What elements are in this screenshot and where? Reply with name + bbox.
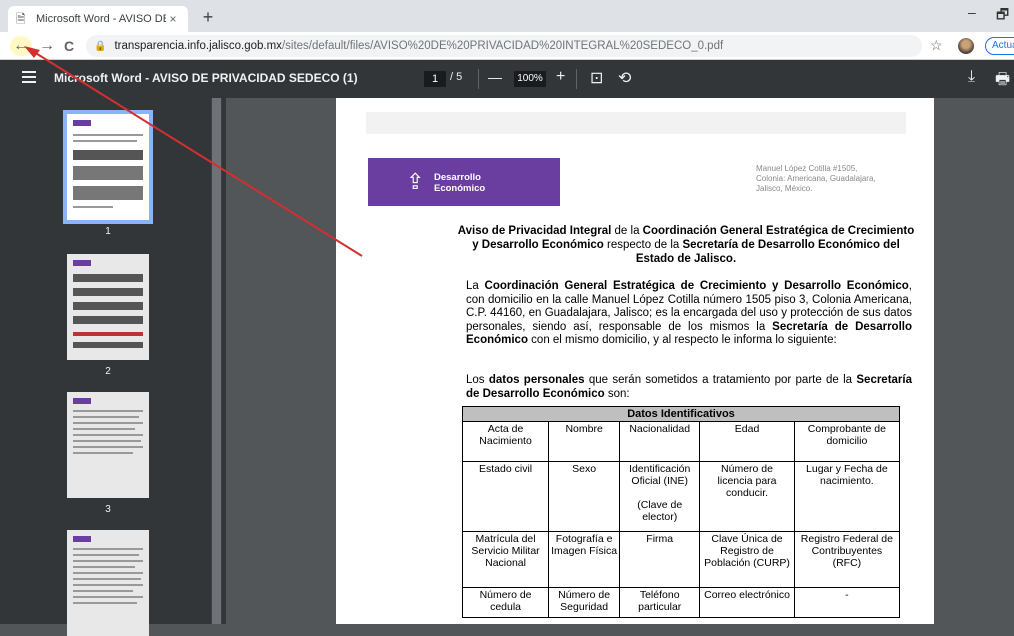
address-bar[interactable]: 🔒 transparencia.info.jalisco.gob.mx/site… <box>86 35 922 57</box>
paragraph-1: La Coordinación General Estratégica de C… <box>466 280 912 346</box>
table-cell: Lugar y Fecha de nacimiento. <box>793 461 901 532</box>
browser-tab[interactable]: 🗎 Microsoft Word - AVISO DE PRIV × <box>8 6 188 32</box>
tab-title: Microsoft Word - AVISO DE PRIV <box>36 13 166 25</box>
table-cell: Matrícula del Servicio Militar Nacional <box>461 531 550 588</box>
pdf-toolbar: Microsoft Word - AVISO DE PRIVACIDAD SED… <box>0 60 1014 98</box>
zoom-out-button[interactable]: — <box>488 69 502 85</box>
print-icon[interactable]: 🖶 <box>995 68 1010 95</box>
table-cell: Clave Única de Registro de Población (CU… <box>699 531 795 588</box>
table-cell: Número de cedula <box>461 587 550 618</box>
table-cell: Acta de Nacimiento <box>461 421 550 462</box>
table-cell: Correo electrónico <box>699 587 795 618</box>
thumbnail-sidebar: 1 2 3 <box>0 98 226 636</box>
rotate-icon[interactable]: ⟲ <box>618 68 631 88</box>
thumbnail-number: 3 <box>105 504 111 515</box>
page-thumbnail-1[interactable] <box>63 110 153 224</box>
page-number-input[interactable]: 1 <box>424 71 446 87</box>
logo-line-2: Económico <box>434 183 486 194</box>
toolbar-divider <box>478 69 479 89</box>
pdf-page: ⇪ Desarrollo Económico Manuel López Coti… <box>336 98 934 624</box>
address-line-1: Manuel López Cotilla #1505, <box>756 164 858 173</box>
url-path: /sites/default/files/AVISO%20DE%20PRIVAC… <box>281 40 724 52</box>
reload-button[interactable]: C <box>58 36 80 56</box>
table-cell: Firma <box>619 531 701 588</box>
browser-toolbar: ← → C 🔒 transparencia.info.jalisco.gob.m… <box>0 32 1014 60</box>
document-heading: Aviso de Privacidad Integral de la Coord… <box>457 225 915 265</box>
page-header-band <box>366 112 906 134</box>
forward-button[interactable]: → <box>36 36 58 56</box>
page-thumbnail-4[interactable] <box>67 530 149 636</box>
page-total: / 5 <box>450 71 463 83</box>
bookmark-star-icon[interactable]: ☆ <box>930 37 943 54</box>
table-cell: - <box>793 587 901 618</box>
table-cell: Nombre <box>548 421 621 462</box>
pdf-document-title: Microsoft Word - AVISO DE PRIVACIDAD SED… <box>54 71 358 85</box>
datos-identificativos-table: Datos Identificativos Acta de Nacimiento… <box>461 406 901 618</box>
update-button[interactable]: Actua <box>985 37 1014 55</box>
fit-page-icon[interactable]: ⊡ <box>590 68 603 88</box>
thumbnail-number: 2 <box>105 366 111 377</box>
table-cell: Número de Seguridad <box>548 587 621 618</box>
minimize-button[interactable]: – <box>968 4 976 20</box>
table-row: Número de cedula Número de Seguridad Teléf… <box>461 587 901 618</box>
new-tab-button[interactable]: + <box>196 6 220 28</box>
address-line-3: Jalisco, México. <box>756 184 813 193</box>
download-icon[interactable]: ⤓ <box>968 68 975 86</box>
pdf-viewer[interactable]: ⇪ Desarrollo Económico Manuel López Coti… <box>226 98 1014 624</box>
lock-icon: 🔒 <box>94 40 107 52</box>
browser-tab-bar: 🗎 Microsoft Word - AVISO DE PRIV × + – 🗗 <box>0 0 1014 32</box>
url-host: transparencia.info.jalisco.gob.mx <box>114 40 282 52</box>
table-header: Datos Identificativos <box>462 406 900 422</box>
house-arrow-icon: ⇪ <box>406 169 425 194</box>
address-block: Manuel López Cotilla #1505, Colonia: Ame… <box>756 164 916 194</box>
thumbnail-number: 1 <box>105 226 111 237</box>
table-cell: Identificación Oficial (INE) (Clave de e… <box>619 461 701 532</box>
pdf-favicon-icon: 🗎 <box>16 12 26 26</box>
page-thumbnail-3[interactable] <box>67 392 149 498</box>
table-cell: Estado civil <box>461 461 550 532</box>
desarrollo-economico-logo: ⇪ Desarrollo Económico <box>368 158 560 206</box>
menu-icon[interactable] <box>22 71 36 83</box>
table-cell: Comprobante de domicilio <box>793 421 901 462</box>
table-row: Estado civil Sexo Identificación Oficial (… <box>461 461 901 532</box>
table-cell: Sexo <box>548 461 621 532</box>
table-cell: Edad <box>699 421 795 462</box>
table-row: Matrícula del Servicio Militar Nacional F… <box>461 531 901 588</box>
table-row: Acta de Nacimiento Nombre Nacionalidad Edad… <box>461 421 901 462</box>
restore-button[interactable]: 🗗 <box>996 4 1009 28</box>
tab-close-icon[interactable]: × <box>166 12 180 26</box>
table-cell: Registro Federal de Contribuyentes (RFC) <box>793 531 901 588</box>
profile-avatar[interactable] <box>958 38 974 54</box>
zoom-input[interactable]: 100% <box>514 71 546 87</box>
page-thumbnail-2[interactable] <box>67 254 149 360</box>
table-cell: Fotografía e Imagen Física <box>548 531 621 588</box>
back-button[interactable]: ← <box>10 36 32 56</box>
table-cell: Nacionalidad <box>619 421 701 462</box>
table-cell: Número de licencia para conducir. <box>699 461 795 532</box>
zoom-in-button[interactable]: + <box>556 68 565 86</box>
table-cell: Teléfono particular <box>619 587 701 618</box>
address-line-2: Colonia: Americana, Guadalajara, <box>756 174 876 183</box>
toolbar-divider <box>576 69 577 89</box>
paragraph-2: Los datos personales que serán sometidos… <box>466 374 912 400</box>
sidebar-scrollbar-thumb[interactable] <box>212 98 221 624</box>
logo-line-1: Desarrollo <box>434 172 481 183</box>
